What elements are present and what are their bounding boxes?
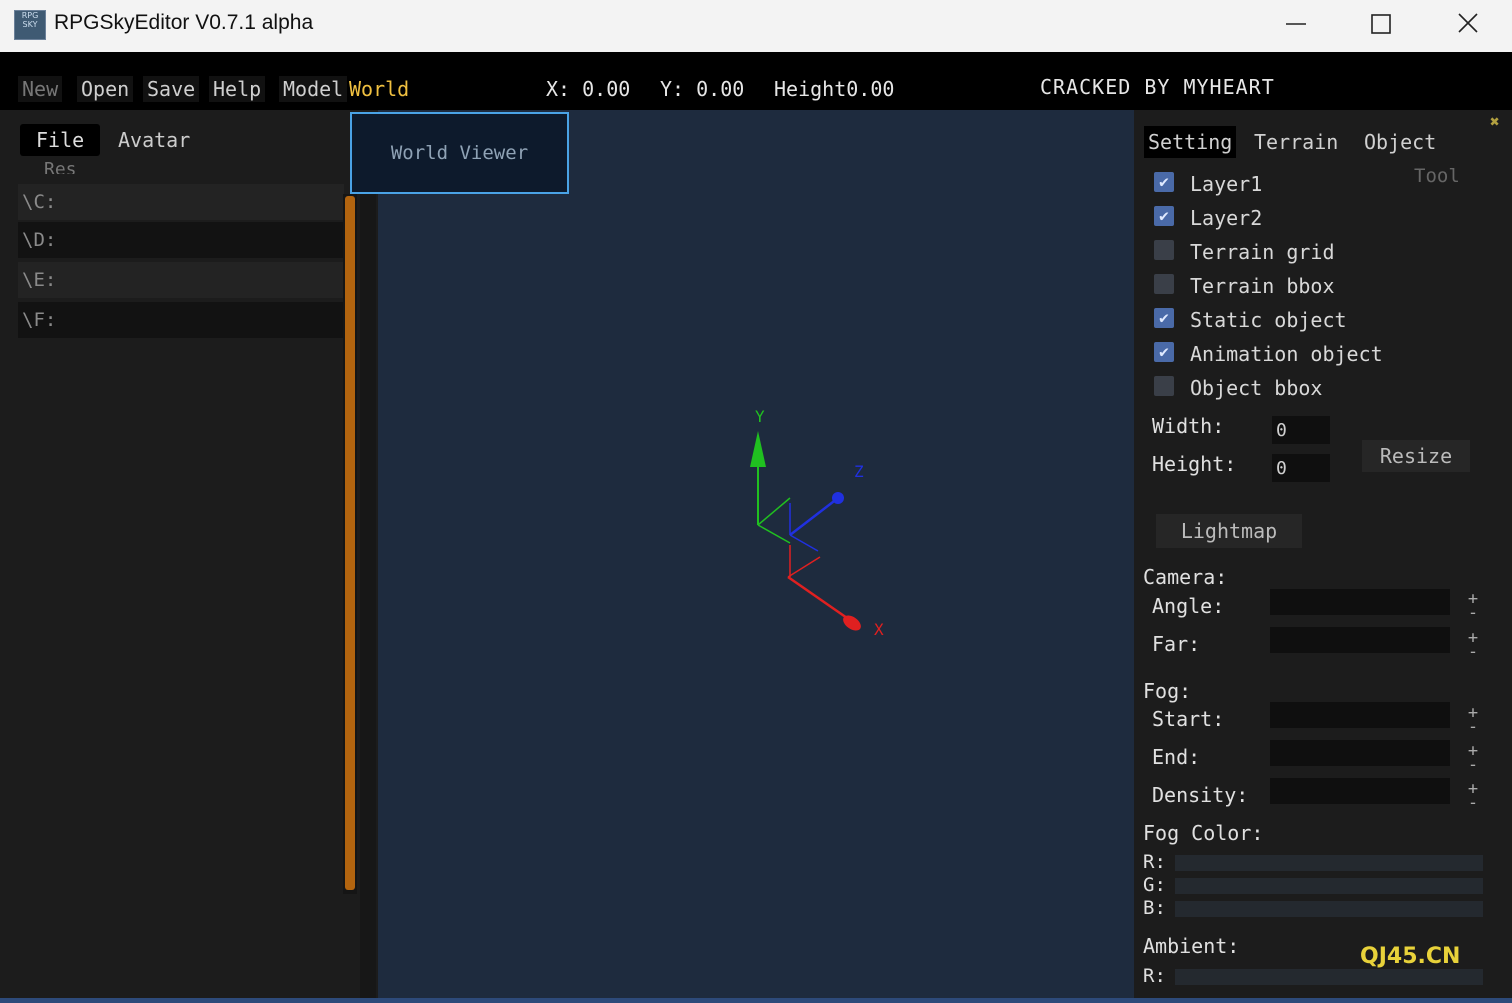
fog-density-input[interactable]: [1270, 778, 1450, 804]
far-stepper[interactable]: + -: [1463, 630, 1483, 661]
close-button[interactable]: [1428, 0, 1508, 52]
angle-label: Angle:: [1152, 594, 1225, 618]
tab-object[interactable]: Object: [1360, 126, 1440, 158]
desktop-taskbar-edge: [0, 998, 1512, 1003]
tab-terrain[interactable]: Terrain: [1250, 126, 1342, 158]
checkbox-checked-icon[interactable]: ✔: [1154, 206, 1174, 226]
fog-color-r-label: R:: [1143, 851, 1166, 873]
app-icon: RPG SKY: [14, 10, 46, 40]
layer-label: Object bbox: [1190, 376, 1323, 400]
checkbox-checked-icon[interactable]: ✔: [1154, 308, 1174, 328]
panel-splitter[interactable]: [360, 194, 376, 1003]
site-watermark: QJ45.CN: [1360, 944, 1461, 969]
fog-section-label: Fog:: [1143, 679, 1192, 703]
checkbox-checked-icon[interactable]: ✔: [1154, 342, 1174, 362]
minimize-button[interactable]: [1256, 0, 1336, 52]
y-axis-label: Y: [755, 407, 765, 426]
tab-setting[interactable]: Setting: [1144, 126, 1237, 158]
z-axis-arrow-icon: [832, 492, 844, 504]
width-label: Width:: [1152, 414, 1225, 438]
height-input[interactable]: 0: [1272, 454, 1330, 482]
height-readout: Height0.00: [774, 77, 895, 101]
ambient-r-label: R:: [1143, 965, 1166, 987]
axis-gizmo: Y Z X: [750, 407, 884, 639]
fog-start-label: Start:: [1152, 707, 1225, 731]
camera-section-label: Camera:: [1143, 565, 1228, 589]
checkbox-unchecked-icon[interactable]: [1154, 376, 1174, 396]
menu-open[interactable]: Open: [77, 76, 134, 102]
res-section-label: Res: [44, 160, 77, 174]
z-axis-label: Z: [854, 462, 864, 481]
angle-stepper[interactable]: + -: [1463, 591, 1483, 622]
fog-density-label: Density:: [1152, 783, 1249, 807]
menu-help[interactable]: Help: [209, 76, 266, 102]
ambient-r-slider[interactable]: [1175, 969, 1483, 985]
far-input[interactable]: [1270, 627, 1450, 653]
world-viewer-button[interactable]: World Viewer: [350, 112, 569, 194]
fog-color-b-slider[interactable]: [1175, 901, 1483, 917]
maximize-button[interactable]: [1341, 0, 1421, 52]
drive-e[interactable]: \E:: [18, 262, 344, 298]
tab-avatar[interactable]: Avatar: [104, 124, 204, 156]
fog-color-r-slider[interactable]: [1175, 855, 1483, 871]
fog-end-input[interactable]: [1270, 740, 1450, 766]
minimize-icon: [1286, 23, 1306, 25]
crack-banner: CRACKED BY MYHEART: [1040, 75, 1275, 99]
angle-input[interactable]: [1270, 589, 1450, 615]
fog-end-stepper[interactable]: + -: [1463, 743, 1483, 774]
layer-label: Terrain grid: [1190, 240, 1335, 264]
height-label: Height:: [1152, 452, 1237, 476]
menu-new[interactable]: New: [18, 76, 63, 102]
tab-file[interactable]: File: [20, 124, 101, 156]
resize-button[interactable]: Resize: [1362, 440, 1470, 472]
checkbox-checked-icon[interactable]: ✔: [1154, 172, 1174, 192]
lightmap-button[interactable]: Lightmap: [1156, 514, 1302, 548]
maximize-icon: [1371, 14, 1391, 34]
x-coordinate: X: 0.00: [546, 77, 631, 101]
drive-f[interactable]: \F:: [18, 302, 344, 338]
fog-color-g-slider[interactable]: [1175, 878, 1483, 894]
fog-density-stepper[interactable]: + -: [1463, 781, 1483, 812]
menu-world[interactable]: World: [345, 76, 413, 102]
fog-end-label: End:: [1152, 745, 1201, 769]
drive-c[interactable]: \C:: [18, 184, 344, 220]
y-axis-arrow-icon: [750, 431, 766, 467]
layer-label: Terrain bbox: [1190, 274, 1335, 298]
fog-color-label: Fog Color:: [1143, 821, 1264, 845]
menu-model[interactable]: Model: [279, 76, 348, 102]
layer-label: Static object: [1190, 308, 1347, 332]
fog-color-g-label: G:: [1143, 874, 1166, 896]
x-axis-label: X: [874, 620, 884, 639]
drive-d[interactable]: \D:: [18, 222, 344, 258]
file-browser-panel: File Avatar Res \C: \D: \E: \F:: [0, 110, 378, 1003]
corner-resize-icon[interactable]: ✖: [1490, 112, 1500, 131]
layer-label: Layer1: [1190, 172, 1263, 196]
y-coordinate: Y: 0.00: [660, 77, 745, 101]
tab-tool[interactable]: Tool: [1410, 160, 1464, 192]
far-label: Far:: [1152, 632, 1201, 656]
menu-save[interactable]: Save: [143, 76, 200, 102]
close-icon: [1458, 13, 1478, 33]
layer-label: Animation object: [1190, 342, 1383, 366]
checkbox-unchecked-icon[interactable]: [1154, 274, 1174, 294]
ambient-label: Ambient:: [1143, 934, 1240, 958]
width-input[interactable]: 0: [1272, 416, 1330, 444]
scrollbar-thumb[interactable]: [345, 196, 355, 890]
fog-color-b-label: B:: [1143, 897, 1166, 919]
layer-label: Layer2: [1190, 206, 1263, 230]
fog-start-input[interactable]: [1270, 702, 1450, 728]
window-title: RPGSkyEditor V0.7.1 alpha: [54, 11, 314, 34]
fog-start-stepper[interactable]: + -: [1463, 705, 1483, 736]
checkbox-unchecked-icon[interactable]: [1154, 240, 1174, 260]
